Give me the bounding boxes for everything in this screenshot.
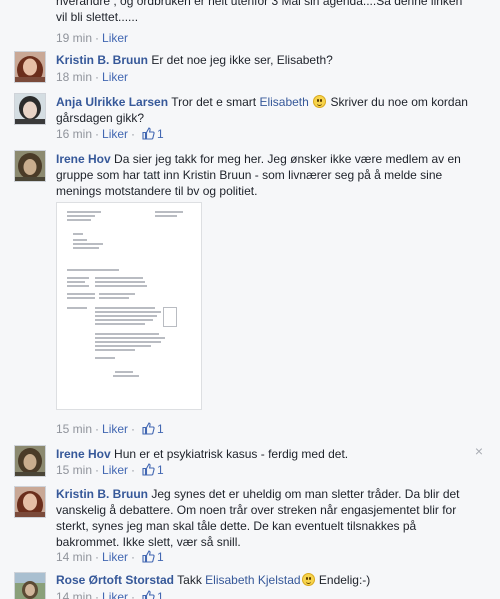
comment-author[interactable]: Irene Hov xyxy=(56,447,111,461)
like-link[interactable]: Liker xyxy=(102,463,128,477)
comment-meta: 14 min · Liker · 1 xyxy=(56,550,164,566)
like-count[interactable]: 1 xyxy=(157,127,164,141)
comment-author[interactable]: Rose Ørtoft Storstad xyxy=(56,573,174,587)
avatar[interactable] xyxy=(14,445,46,477)
avatar[interactable] xyxy=(14,51,46,83)
comment-meta: 18 min · Liker xyxy=(56,70,129,84)
avatar[interactable] xyxy=(14,150,46,182)
thumbs-up-icon[interactable] xyxy=(142,590,155,599)
comment-text: Rose Ørtoft Storstad Takk Elisabeth Kjel… xyxy=(56,573,371,587)
thumbs-up-icon[interactable] xyxy=(142,463,155,479)
smiley-emoji-icon xyxy=(301,573,315,586)
mention-link[interactable]: Elisabeth xyxy=(259,95,308,109)
comment-text: Kristin B. Bruun Jeg synes det er uheldi… xyxy=(56,487,460,549)
comment-time[interactable]: 14 min xyxy=(56,550,92,564)
comment-time[interactable]: 19 min xyxy=(56,31,92,45)
like-link[interactable]: Liker xyxy=(102,31,128,45)
avatar[interactable] xyxy=(14,572,46,599)
avatar[interactable] xyxy=(14,93,46,125)
comment-author[interactable]: Kristin B. Bruun xyxy=(56,487,148,501)
comment-meta: 15 min · Liker · 1 xyxy=(56,463,164,479)
comment-author[interactable]: Anja Ulrikke Larsen xyxy=(56,95,168,109)
mention-link[interactable]: Elisabeth Kjelstad xyxy=(205,573,300,587)
like-link[interactable]: Liker xyxy=(102,590,128,599)
attached-document-image[interactable] xyxy=(56,202,202,410)
like-link[interactable]: Liker xyxy=(102,422,128,436)
like-count[interactable]: 1 xyxy=(157,422,164,436)
comment-text: Anja Ulrikke Larsen Tror det e smart Eli… xyxy=(56,95,468,125)
smiley-emoji-icon xyxy=(313,95,327,108)
comment-thread: hverandre , og ordbruken er helt utenfor… xyxy=(0,0,500,599)
avatar[interactable] xyxy=(14,486,46,518)
thumbs-up-icon[interactable] xyxy=(142,127,155,143)
comment-text: Irene Hov Hun er et psykiatrisk kasus - … xyxy=(56,447,349,461)
close-icon[interactable]: × xyxy=(472,444,486,458)
comment-time[interactable]: 14 min xyxy=(56,590,92,599)
comment-meta: 16 min · Liker · 1 xyxy=(56,127,164,143)
like-count[interactable]: 1 xyxy=(157,590,164,599)
comment-time[interactable]: 15 min xyxy=(56,463,92,477)
like-link[interactable]: Liker xyxy=(102,550,128,564)
thumbs-up-icon[interactable] xyxy=(142,422,155,438)
like-count[interactable]: 1 xyxy=(157,463,164,477)
comment-text: Kristin B. Bruun Er det noe jeg ikke ser… xyxy=(56,53,333,67)
comment-author[interactable]: Kristin B. Bruun xyxy=(56,53,148,67)
like-count[interactable]: 1 xyxy=(157,550,164,564)
comment-time[interactable]: 18 min xyxy=(56,70,92,84)
like-link[interactable]: Liker xyxy=(102,70,128,84)
comment-text: Irene Hov Da sier jeg takk for meg her. … xyxy=(56,152,461,198)
comment-text: hverandre , og ordbruken er helt utenfor… xyxy=(56,0,463,24)
comment-meta: 19 min · Liker xyxy=(56,31,129,45)
comment-time[interactable]: 16 min xyxy=(56,127,92,141)
like-link[interactable]: Liker xyxy=(102,127,128,141)
comment-meta: 15 min · Liker · 1 xyxy=(56,422,164,438)
comment-author[interactable]: Irene Hov xyxy=(56,152,111,166)
comment-meta: 14 min · Liker · 1 xyxy=(56,590,164,599)
comment-time[interactable]: 15 min xyxy=(56,422,92,436)
thumbs-up-icon[interactable] xyxy=(142,550,155,566)
